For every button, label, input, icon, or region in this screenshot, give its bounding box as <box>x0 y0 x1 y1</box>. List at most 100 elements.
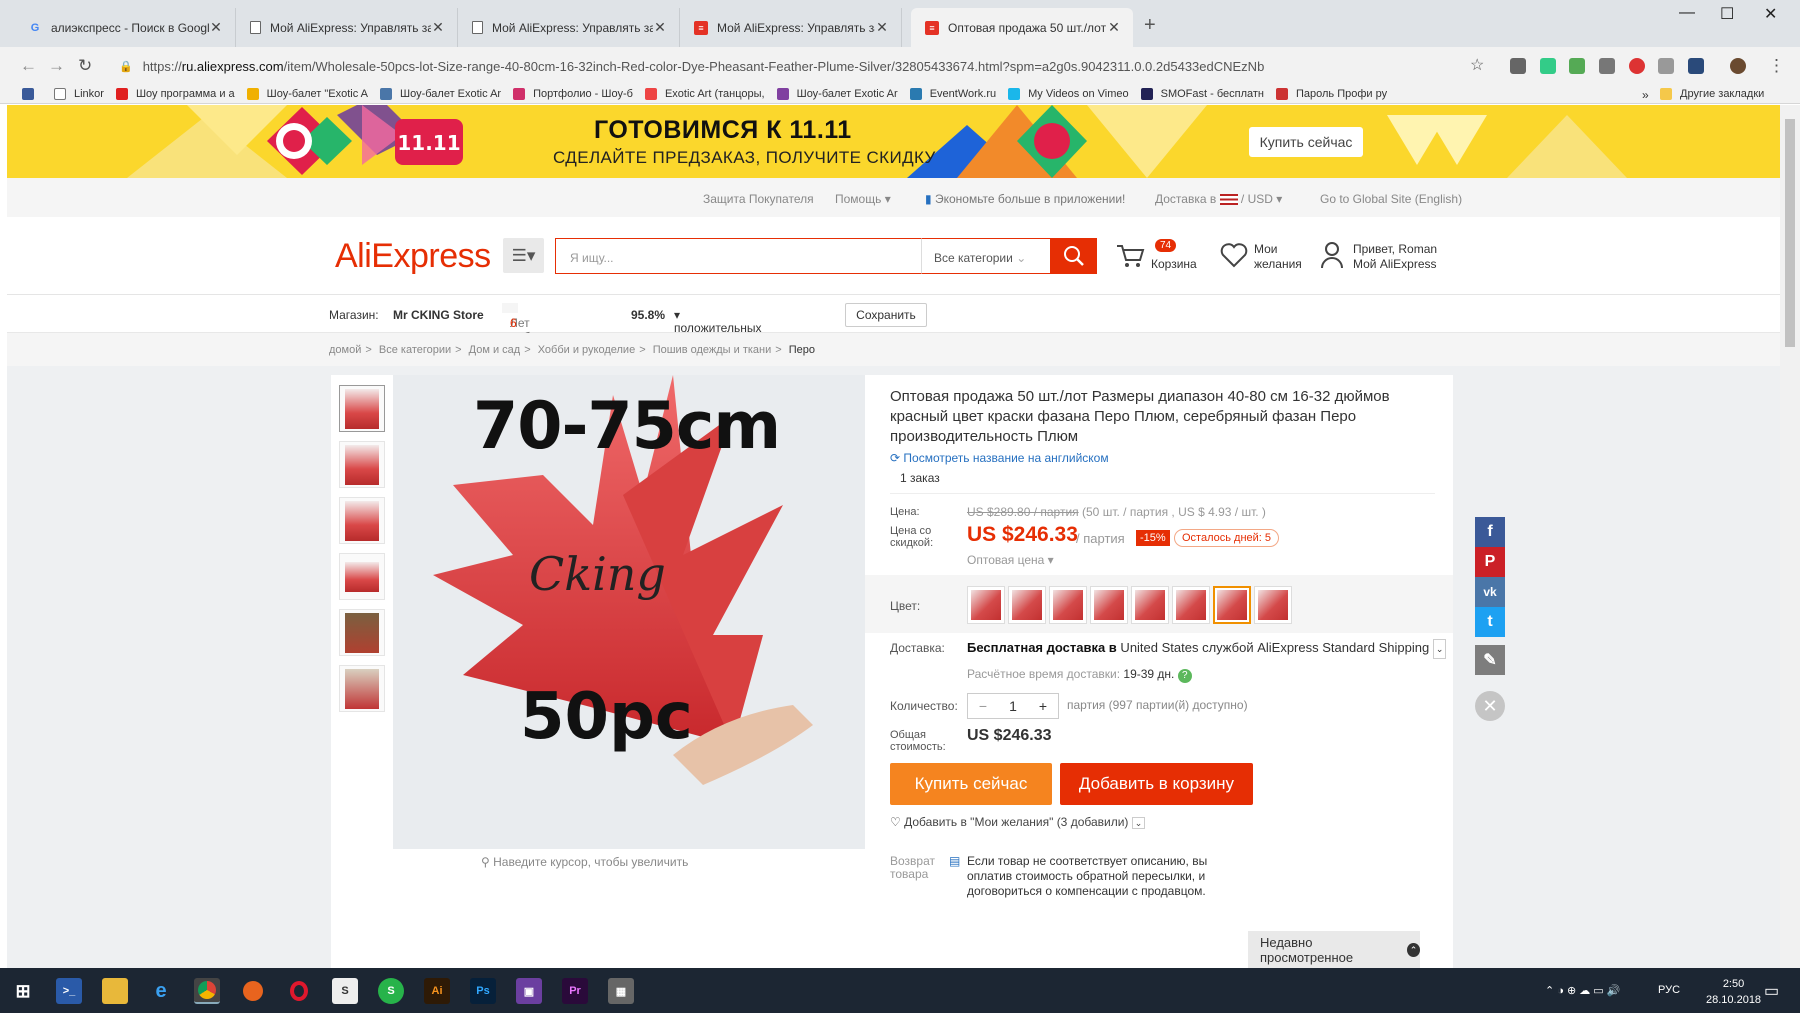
buyer-protection-link[interactable]: Защита Покупателя <box>703 192 814 206</box>
color-option[interactable] <box>1131 586 1169 624</box>
close-tab-icon[interactable]: ✕ <box>1107 19 1121 36</box>
bookmark-item[interactable]: Шоу-балет "Exotic A <box>246 88 368 100</box>
tab-my-aliexpress-3[interactable]: ≡ Мой AliExpress: Управлять зака ✕ <box>680 8 902 47</box>
tab-my-aliexpress-1[interactable]: Мой AliExpress: Управлять зака ✕ <box>236 8 458 47</box>
close-window-icon[interactable]: ✕ <box>1764 4 1777 24</box>
store-feedback-link[interactable]: положительных отзывов ▾ <box>674 308 761 349</box>
calculator-icon[interactable]: ▦ <box>608 978 634 1004</box>
quantity-stepper[interactable]: − 1 + <box>967 693 1059 719</box>
user-icon[interactable] <box>1320 241 1344 269</box>
scrollbar-thumb[interactable] <box>1785 119 1795 347</box>
camera-icon[interactable] <box>1599 58 1615 74</box>
minus-icon[interactable]: − <box>968 698 998 714</box>
promo-banner[interactable]: 11.11 ГОТОВИМСЯ К 11.11 СДЕЛАЙТЕ ПРЕДЗАК… <box>7 105 1780 178</box>
firefox-icon[interactable] <box>240 978 266 1004</box>
search-input[interactable]: Я ищу... <box>555 238 923 274</box>
minimize-icon[interactable]: — <box>1679 4 1695 22</box>
wholesale-price-toggle[interactable]: Оптовая цена ▾ <box>967 553 1054 567</box>
vk-share-icon[interactable]: vk <box>1475 577 1505 607</box>
opera-icon[interactable] <box>286 978 312 1004</box>
bookmark-item[interactable]: Портфолио - Шоу-б <box>513 88 633 100</box>
other-bookmarks[interactable]: Другие закладки <box>1660 88 1764 100</box>
bookmark-item[interactable]: Шоу программа и а <box>115 88 235 100</box>
tab-my-aliexpress-2[interactable]: Мой AliExpress: Управлять зака ✕ <box>458 8 680 47</box>
pinterest-share-icon[interactable]: P <box>1475 547 1505 577</box>
thumbnail[interactable] <box>339 497 385 544</box>
help-link[interactable]: Помощь ▾ <box>835 192 891 206</box>
global-site-link[interactable]: Go to Global Site (English) <box>1320 192 1462 206</box>
close-share-icon[interactable]: ✕ <box>1475 691 1505 721</box>
scrollbar[interactable] <box>1780 105 1800 968</box>
color-option-selected[interactable] <box>1213 586 1251 624</box>
powershell-icon[interactable]: >_ <box>56 978 82 1004</box>
illustrator-icon[interactable]: Ai <box>424 978 450 1004</box>
windows-start-icon[interactable]: ⊞ <box>10 978 36 1004</box>
add-to-cart-button[interactable]: Добавить в корзину <box>1060 763 1253 805</box>
extension-n-icon[interactable] <box>1688 58 1704 74</box>
heart-icon[interactable] <box>1220 242 1248 268</box>
banner-buy-button[interactable]: Купить сейчас <box>1249 127 1363 157</box>
back-icon[interactable]: ← <box>20 56 37 76</box>
clock[interactable]: 2:50 28.10.2018 <box>1706 976 1761 1008</box>
bookmark-item[interactable]: Exotic Art (танцоры, <box>644 88 765 100</box>
main-product-image[interactable]: 70-75cm Cking 50pc <box>393 375 865 849</box>
premiere-icon[interactable]: Pr <box>562 978 588 1004</box>
thumbnail[interactable] <box>339 553 385 600</box>
photoshop-icon[interactable]: Ps <box>470 978 496 1004</box>
chrome-icon[interactable] <box>194 978 220 1004</box>
file-explorer-icon[interactable] <box>102 978 128 1004</box>
language-indicator[interactable]: РУС <box>1658 984 1680 996</box>
facebook-share-icon[interactable]: f <box>1475 517 1505 547</box>
tray-icons[interactable]: ⌃ ◑ ⊕ ☁ ▭ 🔊 <box>1545 984 1620 997</box>
search-button[interactable] <box>1050 238 1097 274</box>
breadcrumb-all-categories[interactable]: Все категории <box>379 344 451 356</box>
close-tab-icon[interactable]: ✕ <box>431 19 445 36</box>
notifications-icon[interactable]: ▭ <box>1764 981 1779 1001</box>
delivery-currency-selector[interactable]: Доставка в / USD ▾ <box>1155 192 1282 206</box>
buy-now-button[interactable]: Купить сейчас <box>890 763 1052 805</box>
thumbnail[interactable] <box>339 385 385 432</box>
more-bookmarks-icon[interactable]: » <box>1642 88 1649 102</box>
tab-product-active[interactable]: ≡ Оптовая продажа 50 шт./лот Ра ✕ <box>911 8 1133 47</box>
close-tab-icon[interactable]: ✕ <box>653 19 667 36</box>
cast-icon[interactable] <box>1510 58 1526 74</box>
bookmark-item[interactable] <box>22 88 42 100</box>
app-link[interactable]: ▮ Экономьте больше в приложении! <box>925 192 1125 206</box>
breadcrumb-hobby[interactable]: Хобби и рукоделие <box>538 344 636 356</box>
extension-icon[interactable] <box>1540 58 1556 74</box>
bookmark-item[interactable]: Шоу-балет Exotic Ar <box>776 88 898 100</box>
shipping-info[interactable]: Бесплатная доставка в United States служ… <box>967 639 1447 659</box>
bookmark-item[interactable]: Шоу-балет Exotic Ar <box>380 88 501 100</box>
skype-like-icon[interactable]: S <box>378 978 404 1004</box>
thumbnail[interactable] <box>339 441 385 488</box>
store-name-link[interactable]: Mr CKING Store <box>393 308 484 322</box>
maximize-icon[interactable]: ☐ <box>1720 4 1734 24</box>
extension-red-icon[interactable] <box>1629 58 1645 74</box>
category-select[interactable]: Все категории ⌄ <box>921 238 1051 274</box>
quantity-value[interactable]: 1 <box>998 698 1028 714</box>
app-icon[interactable]: ▣ <box>516 978 542 1004</box>
category-menu-button[interactable]: ☰▾ <box>503 238 544 273</box>
help-icon[interactable]: ? <box>1177 669 1192 683</box>
bookmark-star-icon[interactable]: ☆ <box>1470 55 1484 75</box>
chevron-down-icon[interactable]: ⌄ <box>1432 639 1447 659</box>
close-tab-icon[interactable]: ✕ <box>209 19 223 36</box>
breadcrumb-sewing[interactable]: Пошив одежды и ткани <box>653 344 772 356</box>
bookmark-item[interactable]: EventWork.ru <box>909 88 996 100</box>
forward-icon[interactable]: → <box>48 56 65 76</box>
bookmark-item[interactable]: Linkor <box>54 88 104 100</box>
account-label[interactable]: Привет, Roman Мой AliExpress <box>1353 242 1437 272</box>
extension-new-icon[interactable] <box>1569 58 1585 74</box>
menu-dots-icon[interactable]: ⋮ <box>1768 56 1785 76</box>
bookmark-item[interactable]: My Videos on Vimeo <box>1008 88 1129 100</box>
cart-label[interactable]: Корзина <box>1151 257 1197 272</box>
reload-icon[interactable]: ↻ <box>78 56 92 76</box>
new-tab-icon[interactable]: + <box>1144 14 1156 37</box>
wishlist-label[interactable]: Мои желания <box>1254 242 1302 272</box>
add-to-wishlist-link[interactable]: ♡ Добавить в "Мои желания" (3 добавили) … <box>890 815 1146 829</box>
color-option[interactable] <box>1090 586 1128 624</box>
cart-icon[interactable] <box>1115 242 1145 270</box>
save-store-button[interactable]: Сохранить <box>845 303 927 327</box>
color-option[interactable] <box>1254 586 1292 624</box>
edge-icon[interactable]: e <box>148 978 174 1004</box>
